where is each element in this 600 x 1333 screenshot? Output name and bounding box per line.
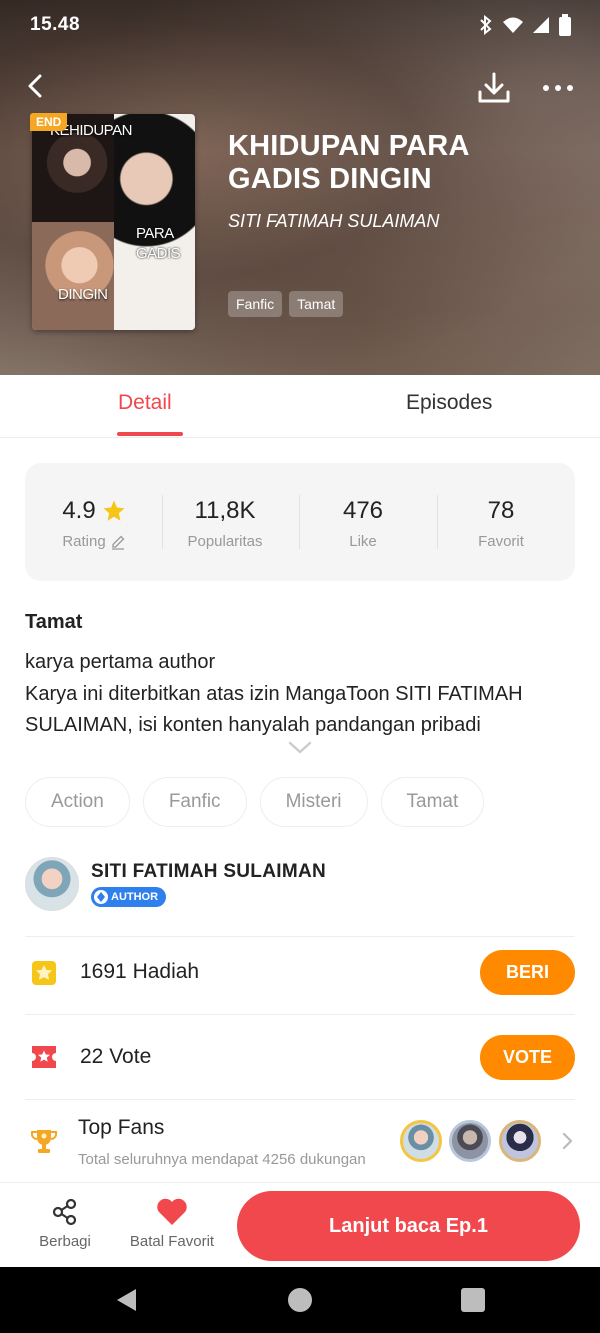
like-label: Like	[349, 533, 377, 550]
heart-icon	[157, 1198, 187, 1225]
popularity-value: 11,8K	[194, 497, 256, 524]
tag-fanfic[interactable]: Fanfic	[228, 291, 283, 317]
give-gift-button[interactable]: BERI	[480, 950, 575, 995]
vote-label: Vote	[109, 1045, 152, 1068]
author-badge: AUTHOR	[91, 887, 167, 907]
gift-icon	[32, 961, 56, 985]
more-icon[interactable]	[538, 68, 578, 108]
tab-indicator	[117, 432, 183, 436]
top-fans-subtitle: Total seluruhnya mendapat 4256 dukungan	[78, 1151, 366, 1168]
end-badge: END	[30, 113, 68, 131]
gift-summary: 1691 Hadiah	[80, 960, 199, 984]
share-icon	[52, 1198, 77, 1226]
cover-title-bottom: DINGIN	[58, 286, 108, 303]
share-label: Berbagi	[39, 1233, 91, 1250]
tag-tamat[interactable]: Tamat	[289, 291, 344, 317]
cover-title-mid: PARA GADIS	[136, 225, 181, 262]
nav-back-icon[interactable]	[114, 1287, 140, 1313]
genre-chip[interactable]: Action	[25, 777, 130, 827]
book-description: karya pertama author Karya ini diterbitk…	[25, 647, 580, 742]
star-icon	[103, 500, 125, 521]
tab-episodes[interactable]: Episodes	[406, 391, 492, 415]
divider	[25, 936, 575, 937]
nav-home-icon[interactable]	[288, 1288, 312, 1312]
divider	[25, 1014, 575, 1015]
status-bar: 15.48	[0, 0, 600, 52]
status-icons	[478, 14, 572, 36]
book-author: SITI FATIMAH SULAIMAN	[228, 211, 440, 231]
fan-avatar[interactable]	[400, 1120, 442, 1162]
genre-list: Action Fanfic Misteri Tamat	[25, 777, 485, 827]
gift-count: 1691	[80, 960, 127, 983]
bottom-action-bar: Berbagi Batal Favorit Lanjut baca Ep.1	[0, 1182, 600, 1267]
description-line-2: Karya ini diterbitkan atas izin MangaToo…	[25, 682, 523, 737]
vote-count: 22	[80, 1045, 104, 1068]
popularity-label: Popularitas	[187, 533, 263, 550]
battery-icon	[559, 14, 571, 36]
chevron-right-icon[interactable]	[560, 1131, 574, 1151]
author-avatar[interactable]	[25, 857, 79, 911]
stat-favorite: 78 Favorit	[432, 497, 570, 550]
download-icon[interactable]	[474, 68, 514, 108]
ticket-icon	[32, 1046, 56, 1068]
wifi-icon	[503, 17, 523, 33]
tab-detail[interactable]: Detail	[118, 391, 172, 415]
continue-reading-button[interactable]: Lanjut baca Ep.1	[237, 1191, 580, 1261]
genre-chip[interactable]: Fanfic	[142, 777, 247, 827]
author-badge-icon	[94, 890, 108, 904]
genre-chip[interactable]: Tamat	[380, 777, 485, 827]
favorite-value: 78	[487, 497, 515, 524]
top-fans-title[interactable]: Top Fans	[78, 1116, 164, 1140]
nav-recents-icon[interactable]	[461, 1288, 485, 1312]
chevron-down-icon[interactable]	[288, 740, 312, 756]
rating-value: 4.9	[62, 497, 96, 524]
edit-icon[interactable]	[110, 534, 126, 550]
completion-status: Tamat	[25, 611, 83, 633]
unfavorite-button[interactable]: Batal Favorit	[126, 1197, 218, 1250]
signal-icon	[533, 17, 549, 33]
book-title: KHIDUPAN PARA GADIS DINGIN	[228, 130, 469, 195]
rating-label: Rating	[62, 533, 106, 550]
status-time: 15.48	[30, 14, 81, 35]
back-arrow-icon[interactable]	[18, 68, 54, 104]
divider	[25, 1099, 575, 1100]
author-badge-label: AUTHOR	[111, 891, 159, 903]
author-name[interactable]: SITI FATIMAH SULAIMAN	[91, 861, 326, 883]
like-value: 476	[342, 497, 384, 524]
book-tags: Fanfic Tamat	[228, 291, 344, 317]
share-button[interactable]: Berbagi	[35, 1197, 95, 1250]
favorite-label: Favorit	[478, 533, 524, 550]
book-cover: KEHIDUPAN PARA GADIS DINGIN	[32, 114, 195, 330]
system-nav-bar	[0, 1267, 600, 1333]
top-bar	[0, 62, 600, 112]
stat-popularity: 11,8K Popularitas	[156, 497, 294, 550]
vote-summary: 22 Vote	[80, 1045, 151, 1069]
stat-rating[interactable]: 4.9 Rating	[25, 497, 163, 550]
stat-like: 476 Like	[294, 497, 432, 550]
description-line-1: karya pertama author	[25, 651, 216, 673]
bluetooth-icon	[480, 15, 492, 35]
stats-card: 4.9 Rating 11,8K Popularitas 476 Like 78…	[25, 463, 575, 581]
tab-bar: Detail Episodes	[0, 375, 600, 438]
gift-label: Hadiah	[132, 960, 200, 983]
fan-avatar[interactable]	[499, 1120, 541, 1162]
unfavorite-label: Batal Favorit	[129, 1233, 215, 1250]
genre-chip[interactable]: Misteri	[259, 777, 368, 827]
trophy-icon	[31, 1130, 57, 1153]
vote-button[interactable]: VOTE	[480, 1035, 575, 1080]
fan-avatar[interactable]	[449, 1120, 491, 1162]
